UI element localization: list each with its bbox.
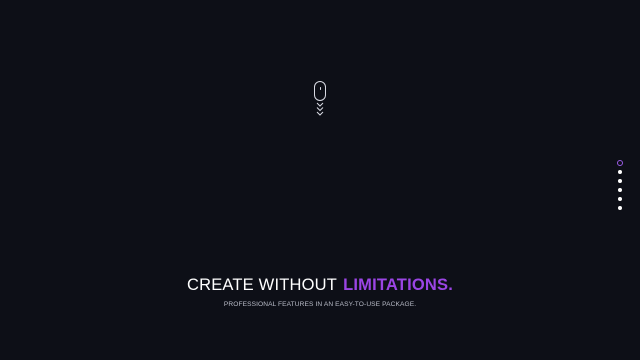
hero-headline: CREATE WITHOUT LIMITATIONS. (0, 274, 640, 296)
mouse-wheel (320, 87, 321, 90)
mouse-scroll-icon (314, 81, 326, 101)
pager-dot-6[interactable] (618, 206, 622, 210)
pager-dot-1[interactable] (617, 160, 623, 166)
pager-dot-3[interactable] (618, 179, 622, 183)
hero-text: CREATE WITHOUT LIMITATIONS. PROFESSIONAL … (0, 274, 640, 310)
section-pager (617, 158, 625, 212)
pager-dot-4[interactable] (618, 188, 622, 192)
hero-subline: PROFESSIONAL FEATURES IN AN EASY-TO-USE … (223, 301, 417, 308)
triple-chevron-down-icon (316, 102, 324, 116)
hero-section: CREATE WITHOUT LIMITATIONS. PROFESSIONAL … (0, 0, 640, 360)
headline-plain: CREATE WITHOUT (186, 276, 338, 294)
pager-dot-5[interactable] (618, 197, 622, 201)
headline-accent: LIMITATIONS. (343, 276, 454, 294)
pager-dot-2[interactable] (618, 170, 622, 174)
scroll-down-indicator[interactable] (313, 81, 327, 121)
